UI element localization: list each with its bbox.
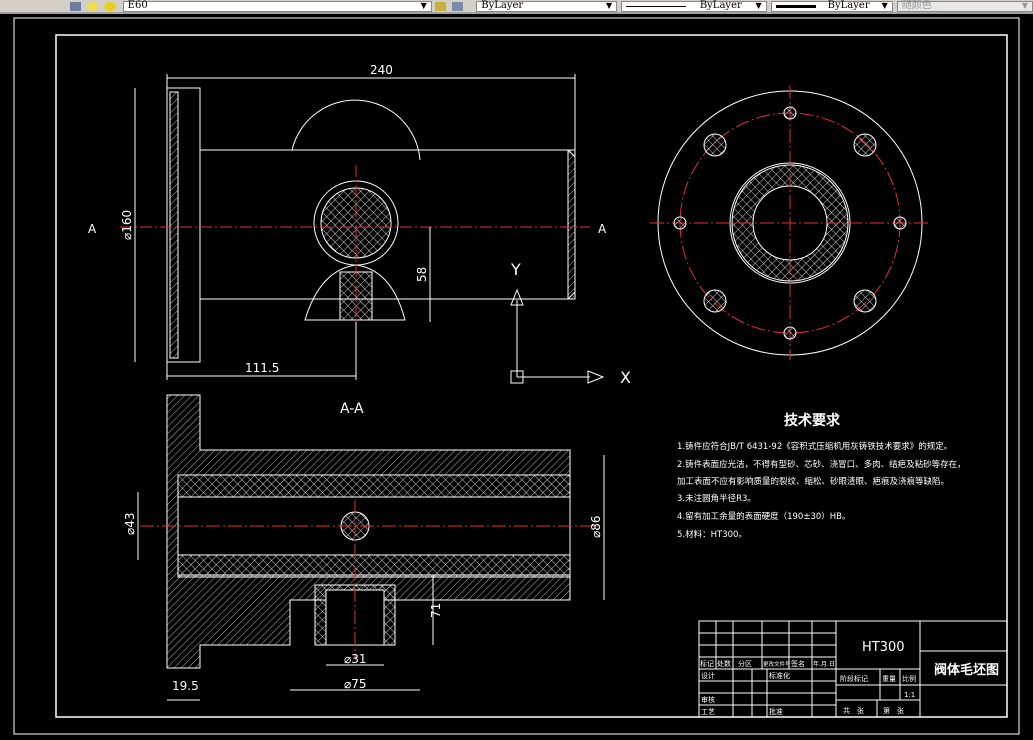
tb-review: 审核	[701, 695, 715, 704]
tech-requirement-line: 4.留有加工余量的表面硬度（190±30）HB。	[677, 511, 851, 522]
tech-requirements-title: 技术要求	[784, 412, 841, 429]
tb-header: 标记	[700, 659, 714, 668]
dim-71: 71	[429, 603, 443, 618]
tech-requirement-line: 1.铸件应符合JB/T 6431-92《容积式压缩机用灰铸铁技术要求》的规定。	[677, 441, 952, 452]
tb-material: HT300	[862, 640, 905, 655]
tb-sheets-total: 共 张	[843, 706, 864, 715]
tb-scale: 1:1	[904, 691, 915, 699]
dim-d43: ⌀43	[123, 513, 137, 536]
side-view	[650, 85, 930, 360]
section-view	[137, 394, 605, 701]
lineweight-value: ByLayer	[827, 0, 870, 11]
color-dropdown[interactable]: ByLayer ▼	[476, 0, 618, 12]
tb-drawing-name: 阀体毛坯图	[934, 662, 999, 678]
layer-name: E60	[127, 0, 148, 11]
dim-58: 58	[415, 267, 429, 282]
linetype-sample	[626, 5, 687, 7]
section-title: A-A	[340, 401, 364, 417]
chevron-down-icon: ▼	[420, 1, 427, 10]
drawing-canvas[interactable]: 240 ⌀160 58 111.5 A A X Y A-A ⌀43 ⌀86 71…	[0, 14, 1033, 740]
lineweight-dropdown[interactable]: ByLayer ▼	[770, 0, 893, 12]
dim-d160: ⌀160	[120, 210, 134, 240]
tb-approve: 批准	[769, 707, 783, 716]
layer-previous-icon[interactable]	[452, 1, 464, 11]
tb-design: 设计	[701, 671, 715, 680]
lineweight-sample	[775, 4, 816, 8]
tech-requirements-list: 1.铸件应符合JB/T 6431-92《容积式压缩机用灰铸铁技术要求》的规定。 …	[677, 441, 966, 540]
color-value: ByLayer	[481, 0, 524, 11]
ucs-y-label: Y	[510, 260, 521, 279]
front-view	[120, 74, 590, 380]
tb-sheet-no: 第 张	[883, 706, 904, 715]
properties-toolbar: E60 ▼ ByLayer ▼ ByLayer ▼ ByLayer ▼ 随颜色 ▼	[0, 0, 1033, 14]
tb-scale-label: 比例	[902, 674, 916, 683]
tb-weight: 重量	[882, 675, 896, 683]
tech-requirement-line: 2.铸件表面应光洁，不得有型砂、芯砂、浇冒口、多肉、结疤及粘砂等存在，	[677, 459, 966, 470]
lightbulb-icon[interactable]	[87, 1, 99, 11]
dim-240: 240	[370, 63, 393, 77]
plotstyle-value: 随颜色	[901, 0, 932, 11]
chevron-down-icon: ▼	[881, 1, 888, 10]
plotstyle-dropdown[interactable]: 随颜色 ▼	[896, 0, 1033, 12]
tb-header: 更改文件号	[763, 660, 791, 668]
tb-header: 分区	[738, 659, 752, 668]
layer-dropdown[interactable]: E60 ▼	[122, 0, 432, 12]
tb-header: 年.月.日	[813, 660, 835, 668]
linetype-dropdown[interactable]: ByLayer ▼	[621, 0, 767, 12]
dim-d31: ⌀31	[344, 652, 367, 666]
tb-header: 处数	[717, 659, 731, 668]
tech-requirement-line: 3.未注圆角半径R3。	[677, 493, 756, 504]
dim-19-5: 19.5	[172, 679, 199, 693]
linetype-value: ByLayer	[699, 0, 742, 11]
chevron-down-icon: ▼	[1021, 1, 1029, 10]
make-current-layer-icon[interactable]	[434, 1, 446, 11]
chevron-down-icon: ▼	[605, 1, 613, 10]
ucs-x-label: X	[620, 368, 631, 387]
tb-standardization: 标准化	[769, 671, 790, 680]
dim-d75: ⌀75	[344, 677, 367, 691]
tb-header: 签名	[791, 659, 805, 668]
dim-d86: ⌀86	[589, 516, 603, 539]
tech-requirement-line: 5.材料：HT300。	[677, 529, 747, 540]
layer-manager-icon[interactable]	[70, 1, 82, 11]
tb-process: 工艺	[701, 708, 715, 716]
ucs-icon	[510, 288, 605, 384]
section-mark-left: A	[88, 222, 97, 236]
dim-111-5: 111.5	[245, 361, 279, 375]
chevron-down-icon: ▼	[755, 1, 762, 10]
tech-requirement-line: 加工表面不应有影响质量的裂纹、缩松、砂眼渣眼、疤痕及浇痕等缺陷。	[677, 476, 949, 487]
tb-stage-mark: 阶段标记	[840, 674, 868, 683]
sun-icon[interactable]	[104, 1, 116, 11]
section-mark-right: A	[598, 222, 607, 236]
